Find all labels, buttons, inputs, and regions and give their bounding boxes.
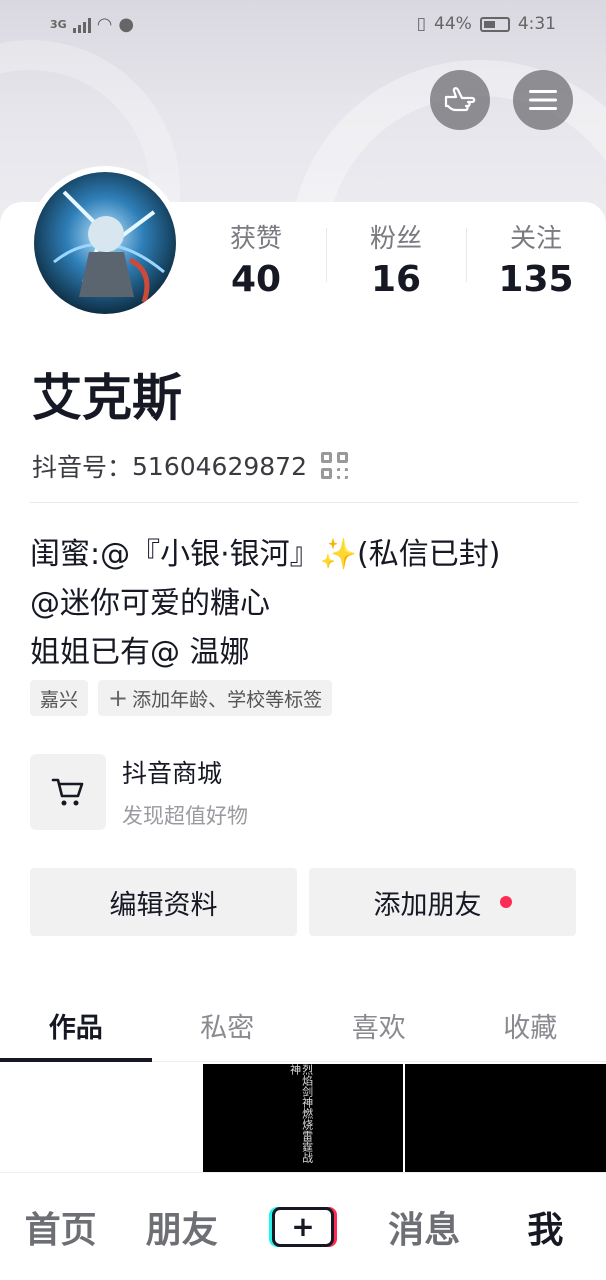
edit-profile-label: 编辑资料 bbox=[109, 889, 218, 921]
add-friend-label: 添加朋友 bbox=[373, 889, 482, 921]
tab-favorites[interactable]: 收藏 bbox=[455, 990, 606, 1061]
stat-label: 关注 bbox=[509, 224, 562, 254]
douyin-id-value: 51604629872 bbox=[132, 451, 307, 481]
works-grid: 烈焰剑神燃烧雷霆战神 bbox=[0, 1064, 606, 1172]
add-tag-button[interactable]: + 添加年龄、学校等标签 bbox=[98, 680, 333, 716]
profile-tags: 嘉兴 + 添加年龄、学校等标签 bbox=[30, 680, 333, 716]
video-thumbnail[interactable] bbox=[405, 1064, 606, 1172]
avatar[interactable] bbox=[28, 166, 182, 320]
stat-likes[interactable]: 获赞 40 bbox=[186, 218, 326, 300]
bio: 闺蜜:@『小银·银河』✨(私信已封) @迷你可爱的糖心 姐姐已有@ 温娜 bbox=[30, 530, 500, 677]
stat-label: 获赞 bbox=[229, 224, 282, 254]
stat-label: 粉丝 bbox=[369, 224, 422, 254]
add-friend-button[interactable]: 添加朋友 bbox=[309, 868, 576, 936]
tab-works[interactable]: 作品 bbox=[0, 990, 152, 1062]
wifi-icon: ◠ bbox=[96, 14, 113, 35]
mall-subtitle: 发现超值好物 bbox=[122, 804, 248, 828]
network-type: 3G bbox=[50, 18, 67, 31]
menu-button[interactable] bbox=[513, 70, 573, 130]
tag-location[interactable]: 嘉兴 bbox=[30, 680, 89, 716]
bottom-navigation: 首页 朋友 + 消息 我 bbox=[0, 1172, 606, 1280]
clock: 4:31 bbox=[517, 14, 556, 34]
bio-line: 闺蜜:@『小银·银河』✨(私信已封) bbox=[30, 537, 501, 572]
thumbnail-text: 烈焰剑神燃烧雷霆战神 bbox=[288, 1064, 314, 1163]
video-thumbnail[interactable]: 烈焰剑神燃烧雷霆战神 bbox=[202, 1064, 404, 1172]
plus-icon: + bbox=[108, 684, 129, 712]
content-tabs: 作品 私密 喜欢 收藏 bbox=[0, 990, 606, 1062]
edit-profile-button[interactable]: 编辑资料 bbox=[30, 868, 297, 936]
plus-icon: + bbox=[272, 1206, 334, 1247]
bio-line: @迷你可爱的糖心 bbox=[30, 586, 270, 621]
signal-icon bbox=[72, 17, 91, 33]
battery-icon bbox=[479, 16, 510, 32]
douyin-mall-entry[interactable]: 抖音商城 发现超值好物 bbox=[30, 754, 248, 830]
bio-line: 姐姐已有@ 温娜 bbox=[30, 635, 250, 670]
video-thumbnail[interactable] bbox=[0, 1064, 201, 1172]
stat-value: 16 bbox=[370, 259, 422, 300]
nav-home[interactable]: 首页 bbox=[0, 1201, 121, 1253]
tag-label: 嘉兴 bbox=[40, 688, 79, 711]
stat-following[interactable]: 关注 135 bbox=[466, 218, 606, 300]
stat-followers[interactable]: 粉丝 16 bbox=[326, 218, 466, 300]
nav-messages[interactable]: 消息 bbox=[364, 1201, 485, 1253]
douyin-id-row[interactable]: 抖音号： 51604629872 bbox=[32, 448, 349, 484]
stat-value: 40 bbox=[230, 259, 282, 300]
hand-pointing-button[interactable] bbox=[430, 70, 490, 130]
tab-likes[interactable]: 喜欢 bbox=[303, 990, 455, 1061]
stat-value: 135 bbox=[498, 259, 574, 300]
nav-create[interactable]: + bbox=[242, 1206, 363, 1247]
tab-private[interactable]: 私密 bbox=[152, 990, 304, 1061]
tag-label: 添加年龄、学校等标签 bbox=[132, 688, 323, 711]
status-bar: 3G ◠ ● ▯ 44% 4:31 bbox=[0, 0, 606, 52]
hand-pointing-icon bbox=[444, 87, 476, 112]
globe-icon: ● bbox=[118, 14, 135, 35]
nav-me[interactable]: 我 bbox=[485, 1201, 606, 1253]
divider bbox=[30, 502, 578, 503]
douyin-id-label: 抖音号： bbox=[32, 453, 133, 482]
nickname: 艾克斯 bbox=[32, 369, 182, 427]
shopping-cart-icon bbox=[30, 754, 106, 830]
hamburger-menu-icon bbox=[529, 90, 557, 110]
battery-percent: 44% bbox=[434, 14, 472, 34]
nav-friends[interactable]: 朋友 bbox=[121, 1201, 242, 1253]
vibrate-icon: ▯ bbox=[416, 14, 427, 34]
qr-code-icon[interactable] bbox=[320, 452, 349, 480]
notification-dot bbox=[499, 896, 512, 908]
profile-stats: 获赞 40 粉丝 16 关注 135 bbox=[186, 218, 606, 300]
avatar-image bbox=[34, 172, 176, 314]
mall-title: 抖音商城 bbox=[122, 759, 223, 788]
